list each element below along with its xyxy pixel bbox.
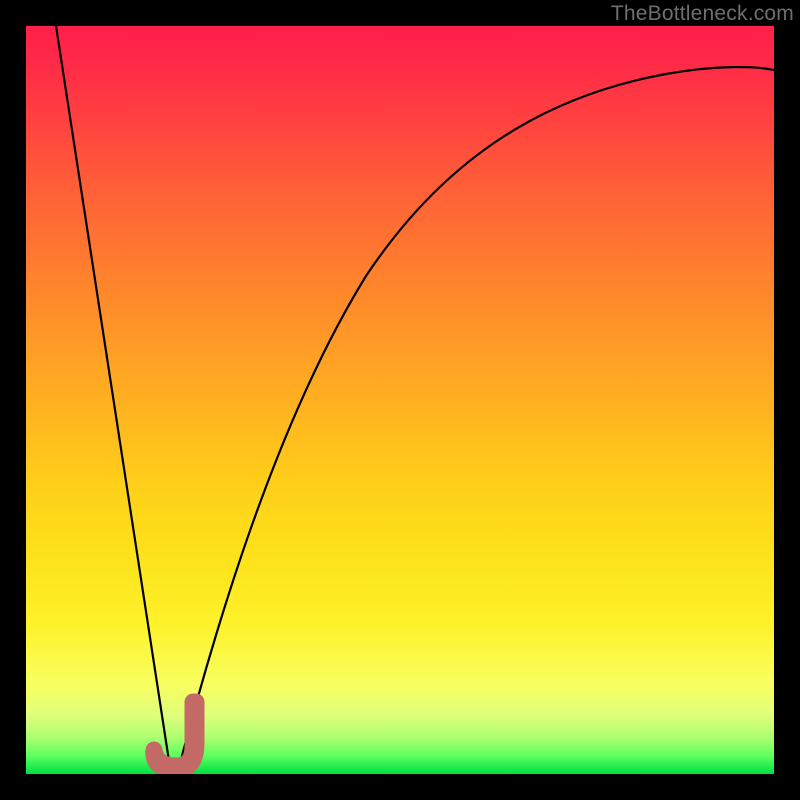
- marker-j-icon: [154, 702, 196, 770]
- bottleneck-curve: [56, 26, 774, 774]
- plot-area: [26, 26, 774, 774]
- chart-svg: [26, 26, 774, 774]
- chart-frame: TheBottleneck.com: [0, 0, 800, 800]
- watermark-text: TheBottleneck.com: [611, 2, 794, 26]
